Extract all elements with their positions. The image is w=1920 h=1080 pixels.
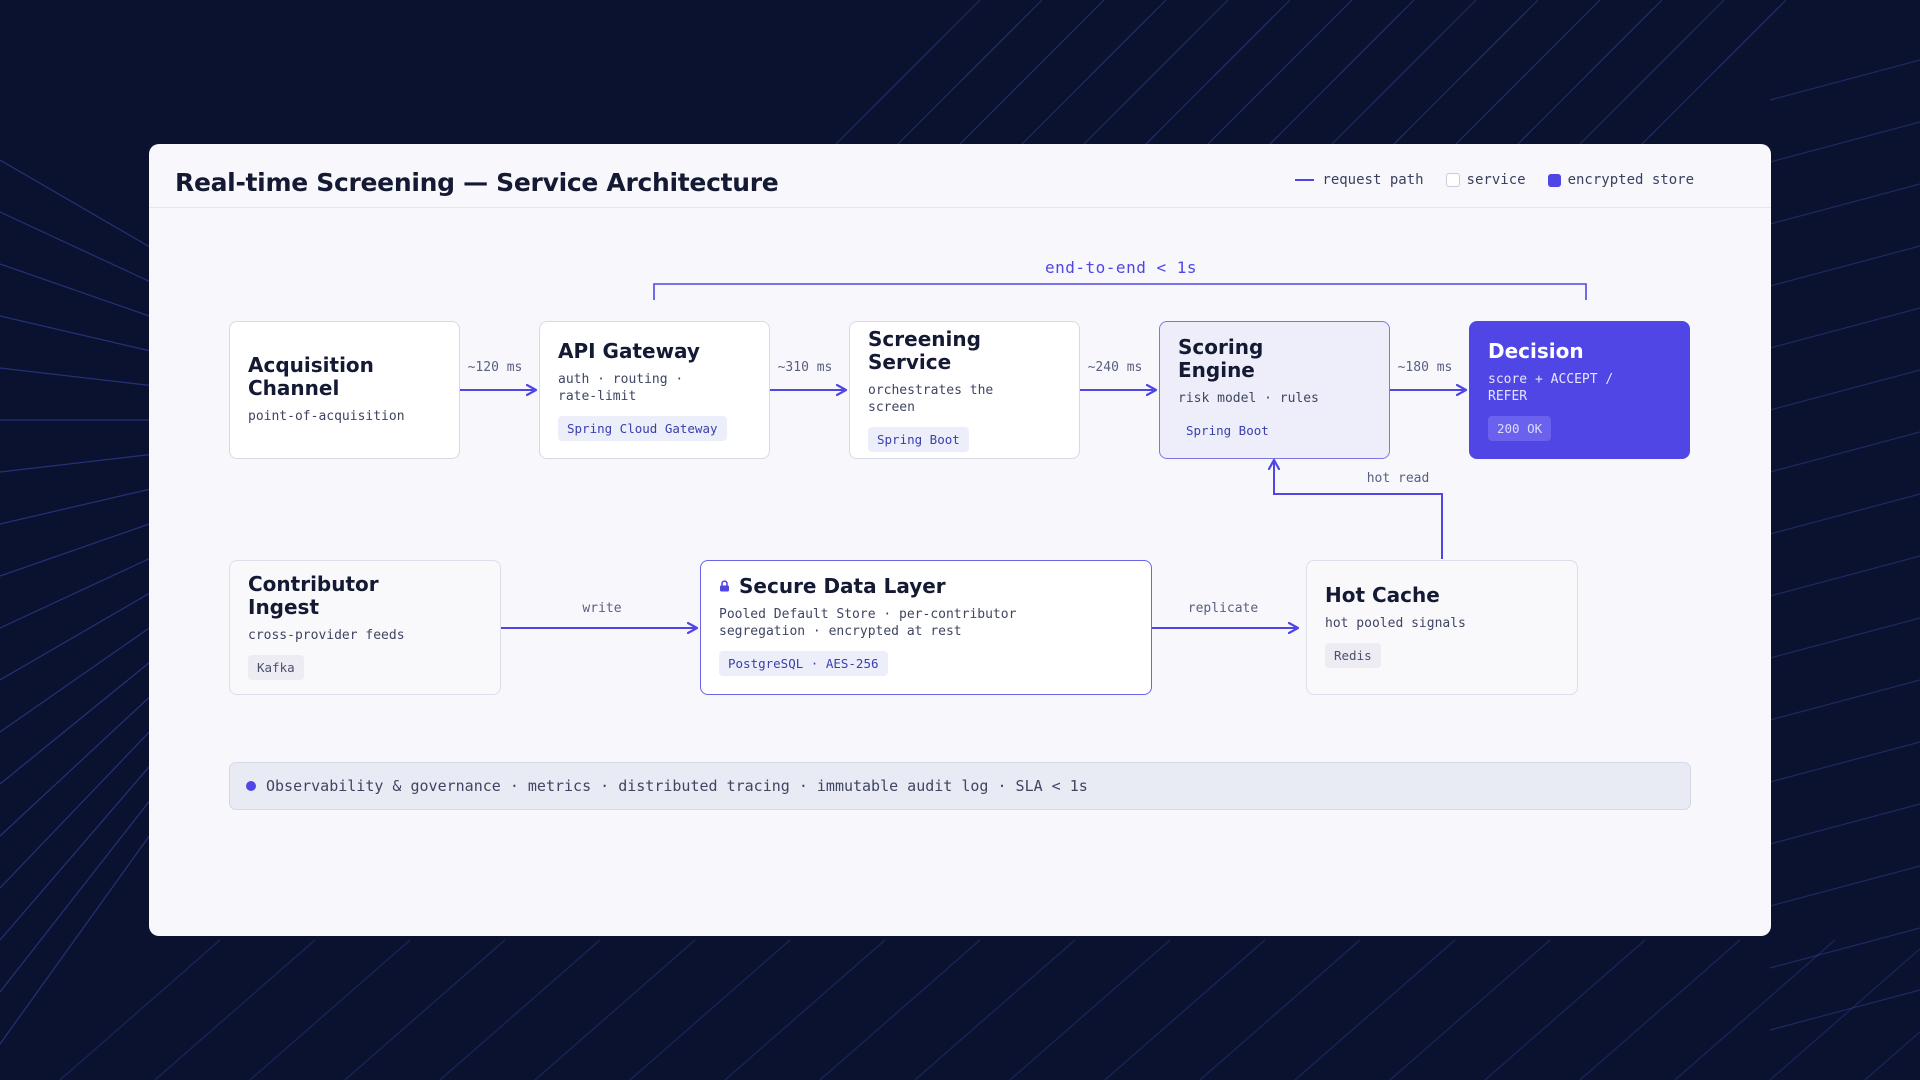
tech-badge: Kafka	[248, 655, 304, 680]
lock-icon	[720, 580, 729, 592]
node-hot-cache[interactable]: Hot Cache hot pooled signals Redis	[1306, 560, 1578, 695]
node-subtitle: risk model · rules	[1178, 391, 1319, 406]
tech-badge: Spring Boot	[868, 427, 969, 452]
node-subtitle: point-of-acquisition	[248, 409, 405, 424]
latency-screening-scoring: ~240 ms	[1087, 360, 1143, 375]
node-title-row: Secure Data Layer	[719, 575, 1133, 598]
latency-gateway-screening: ~310 ms	[777, 360, 833, 375]
hot-read-label: hot read	[1366, 471, 1430, 486]
node-scoring-engine[interactable]: Scoring Engine risk model · rules Spring…	[1159, 321, 1390, 459]
diagram-card: Real-time Screening — Service Architectu…	[149, 144, 1771, 936]
node-title: Screening Service	[868, 327, 981, 374]
node-acquisition-channel[interactable]: Acquisition Channel point-of-acquisition	[229, 321, 460, 459]
write-label: write	[582, 601, 622, 616]
status-badge: 200 OK	[1488, 416, 1552, 441]
node-title: Acquisition Channel	[248, 353, 374, 400]
tech-badge: Spring Boot	[1186, 423, 1269, 438]
node-subtitle: cross-provider feeds	[248, 628, 405, 643]
connector-layer	[460, 283, 1587, 936]
node-subtitle: orchestrates the screen	[868, 383, 994, 415]
node-title: Scoring Engine	[1178, 335, 1264, 382]
tech-badge: Spring Cloud Gateway	[558, 416, 727, 441]
tech-badge: Redis	[1325, 643, 1381, 668]
node-subtitle: Pooled Default Store · per-contributor s…	[719, 607, 1017, 639]
end-to-end-label: end-to-end < 1s	[1045, 258, 1197, 277]
observability-bar: Observability & governance · metrics · d…	[229, 762, 1691, 810]
replicate-label: replicate	[1187, 601, 1259, 616]
latency-scoring-decision: ~180 ms	[1397, 360, 1453, 375]
node-decision[interactable]: Decision score + ACCEPT / REFER 200 OK	[1469, 321, 1690, 459]
tech-badge: PostgreSQL · AES-256	[719, 651, 888, 676]
observability-text: Observability & governance · metrics · d…	[266, 777, 1088, 795]
node-subtitle: score + ACCEPT / REFER	[1488, 372, 1614, 404]
node-api-gateway[interactable]: API Gateway auth · routing · rate-limit …	[539, 321, 770, 459]
node-title: Contributor Ingest	[248, 572, 379, 619]
latency-acquisition-gateway: ~120 ms	[467, 360, 523, 375]
node-title: Hot Cache	[1325, 583, 1440, 607]
node-subtitle: hot pooled signals	[1325, 616, 1466, 631]
node-subtitle: auth · routing · rate-limit	[558, 372, 684, 404]
node-screening-service[interactable]: Screening Service orchestrates the scree…	[849, 321, 1080, 459]
node-title: API Gateway	[558, 339, 700, 363]
node-secure-data-layer[interactable]: Secure Data Layer Pooled Default Store ·…	[700, 560, 1152, 695]
node-title: Decision	[1488, 339, 1584, 363]
e2e-bracket	[653, 283, 1587, 300]
node-title: Secure Data Layer	[739, 574, 946, 598]
observability-dot	[246, 781, 256, 791]
node-contributor-ingest[interactable]: Contributor Ingest cross-provider feeds …	[229, 560, 501, 695]
